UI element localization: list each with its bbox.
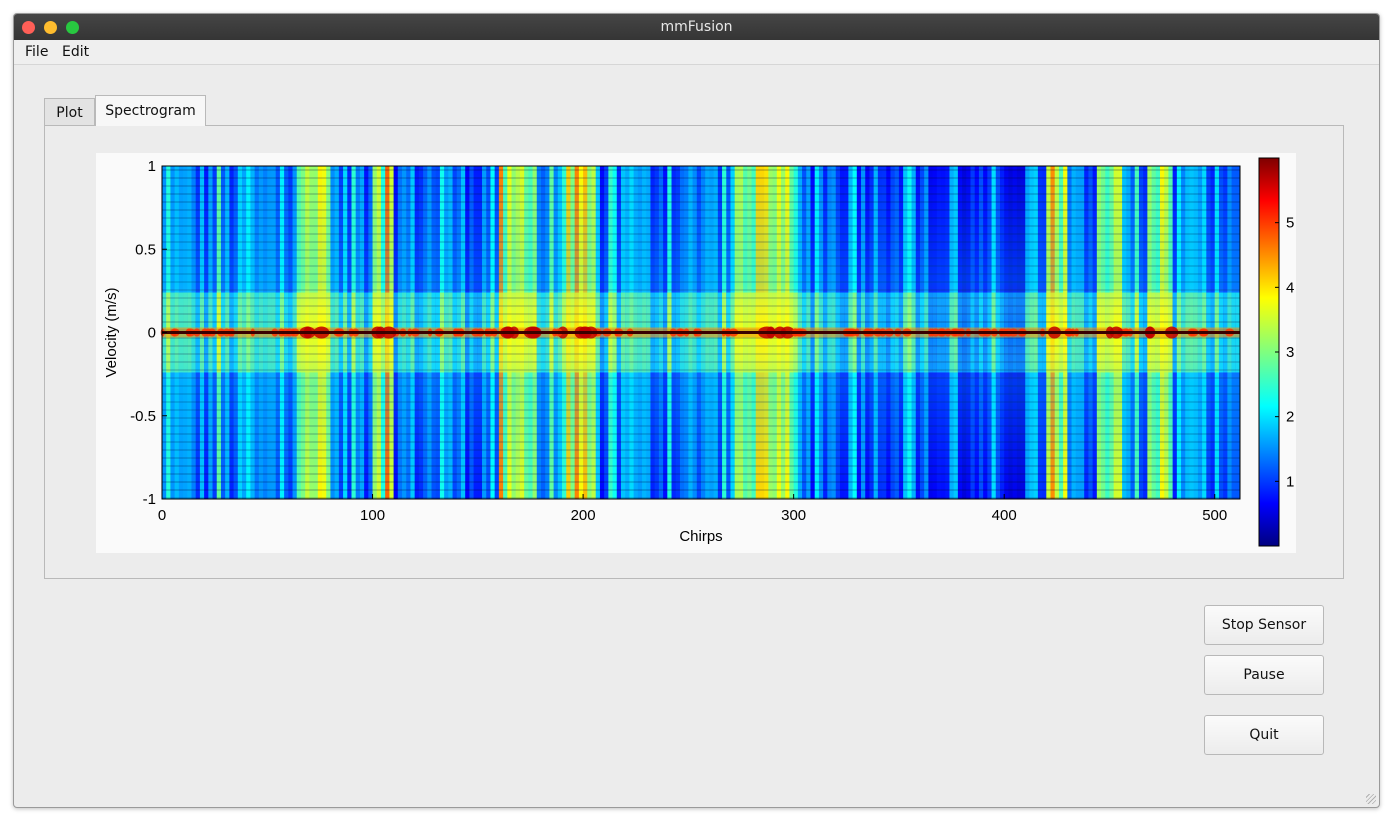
spectrogram-chart: 0 100 200 300 400 500 1 0.5 0 -0.5 -1 Chirps Velocit… [96,153,1296,553]
x-tick-label: 200 [571,507,596,524]
colorbar: 1 2 3 4 5 [1258,157,1294,547]
tab-plot[interactable]: Plot [44,98,95,126]
y-axis-label: Velocity (m/s) [103,287,120,377]
x-axis-label: Chirps [679,528,722,545]
tab-spectrogram[interactable]: Spectrogram [95,95,206,126]
x-tick-label: 400 [992,507,1017,524]
colorbar-tick-label: 5 [1286,215,1294,232]
quit-button[interactable]: Quit [1204,715,1324,755]
window-title: mmFusion [660,19,733,35]
pause-button[interactable]: Pause [1204,655,1324,695]
colorbar-tick-label: 1 [1286,473,1294,490]
menu-file[interactable]: File [25,40,48,64]
x-tick-label: 500 [1202,507,1227,524]
spectrogram-tab-pane: 0 100 200 300 400 500 1 0.5 0 -0.5 -1 Chirps Velocit… [44,125,1344,579]
x-tick-label: 100 [360,507,385,524]
y-tick-label: 0 [148,325,156,342]
zero-velocity-line [162,331,1240,334]
heatmap-plot [160,166,1241,499]
colorbar-tick-label: 4 [1286,279,1294,296]
app-window: mmFusion File Edit Plot Spectrogram 0 10… [13,13,1380,808]
menu-edit[interactable]: Edit [62,40,89,64]
resize-grip-icon[interactable] [1366,794,1376,804]
stop-sensor-button[interactable]: Stop Sensor [1204,605,1324,645]
y-tick-label: -1 [143,491,156,508]
x-tick-label: 300 [781,507,806,524]
x-tick-label: 0 [158,507,166,524]
colorbar-tick-label: 3 [1286,344,1294,361]
spectrogram-svg: 0 100 200 300 400 500 1 0.5 0 -0.5 -1 Chirps Velocit… [103,157,1294,547]
y-tick-label: 0.5 [135,241,156,258]
y-tick-label: -0.5 [130,408,156,425]
y-tick-label: 1 [148,158,156,175]
colorbar-tick-label: 2 [1286,409,1294,426]
menu-bar: File Edit [14,40,1379,65]
title-bar: mmFusion [14,14,1379,40]
